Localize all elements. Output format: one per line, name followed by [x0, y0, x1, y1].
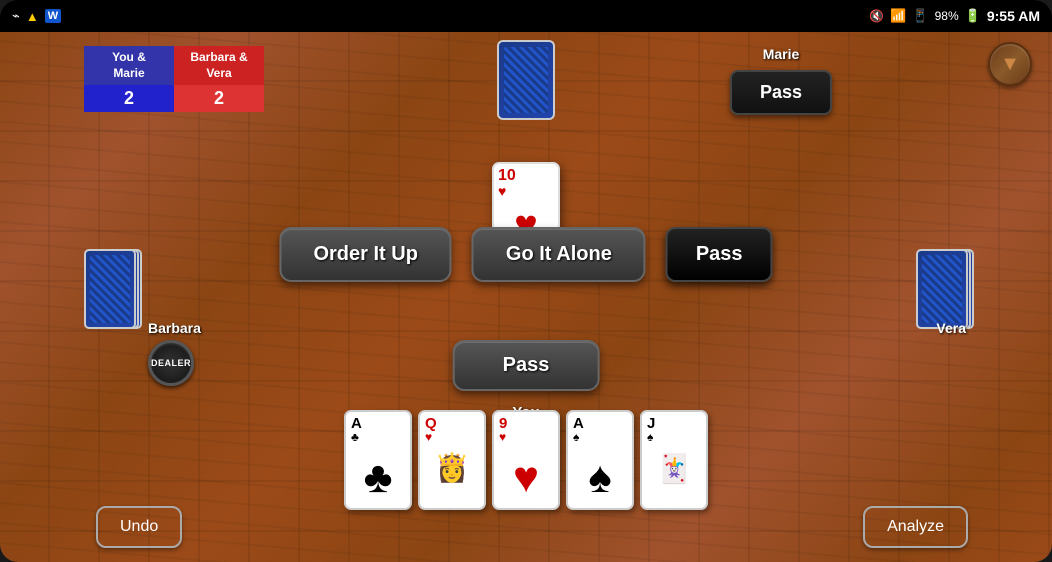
- order-it-up-button[interactable]: Order It Up: [279, 227, 451, 282]
- vera-area: Vera: [936, 320, 966, 338]
- card-big-symbol: ♥: [513, 456, 539, 500]
- scoreboard: You &Marie 2 Barbara &Vera 2: [84, 46, 264, 112]
- queen-face: 👸: [420, 428, 484, 508]
- phone-frame: ⌁ ▲ W 🔇 📶 📱 98% 🔋 9:55 AM Standard You &…: [0, 0, 1052, 562]
- barbara-card-back-3: [84, 249, 136, 329]
- time-display: 9:55 AM: [987, 8, 1040, 24]
- card-rank: 9: [499, 416, 553, 431]
- card-rank: A: [351, 416, 405, 431]
- hand-card-nine-hearts[interactable]: 9 ♥ ♥: [492, 410, 560, 510]
- vera-card-back-3: [916, 249, 968, 329]
- barbara-area: Barbara DEALER: [148, 320, 201, 386]
- pass-marie-button[interactable]: Pass: [730, 70, 832, 115]
- hand-card-ace-clubs[interactable]: A ♣ ♣: [344, 410, 412, 510]
- card-suit: ♣: [351, 431, 405, 443]
- status-bar: ⌁ ▲ W 🔇 📶 📱 98% 🔋 9:55 AM: [0, 0, 1052, 32]
- team2-score: 2: [174, 85, 264, 112]
- team1-score: 2: [84, 85, 174, 112]
- card-rank: A: [573, 416, 627, 431]
- center-card-rank: 10: [498, 168, 516, 184]
- mute-icon: 🔇: [869, 9, 884, 23]
- jack-face: 🃏: [642, 428, 706, 508]
- action-buttons-row: Order It Up Go It Alone Pass: [279, 227, 772, 282]
- undo-button[interactable]: Undo: [96, 506, 182, 548]
- signal-icon: 📱: [912, 8, 928, 24]
- barbara-hand-stack: [84, 249, 136, 329]
- analyze-button[interactable]: Analyze: [863, 506, 968, 548]
- vera-hand-stack: [916, 249, 968, 329]
- hand-cards: A ♣ ♣ Q ♥ 👸 9 ♥ ♥ A: [344, 410, 708, 510]
- settings-button[interactable]: ▼: [988, 42, 1032, 86]
- battery-label: 98%: [935, 9, 959, 23]
- card-back-stripes: [504, 47, 548, 113]
- game-area: Standard You &Marie 2 Barbara &Vera 2 ▼ …: [0, 32, 1052, 562]
- card-big-symbol: ♣: [364, 456, 393, 500]
- usb-icon: ⌁: [12, 8, 20, 24]
- deck-top: [497, 40, 555, 120]
- status-left-icons: ⌁ ▲ W: [12, 8, 61, 24]
- marie-area: Marie Pass: [730, 46, 832, 115]
- pass-bottom-area: Pass: [453, 340, 600, 391]
- player-barbara-name: Barbara: [148, 320, 201, 336]
- chevron-down-icon: ▼: [1000, 53, 1020, 76]
- team1-name: You &Marie: [84, 46, 174, 85]
- player-marie-name: Marie: [763, 46, 800, 62]
- card-suit: ♠: [573, 431, 627, 443]
- center-card-suit: ♥: [498, 184, 506, 199]
- hand-card-queen-hearts[interactable]: Q ♥ 👸: [418, 410, 486, 510]
- battery-icon: 🔋: [965, 8, 981, 24]
- word-icon: W: [45, 9, 61, 23]
- score-team-1: You &Marie 2: [84, 46, 174, 112]
- player-vera-name: Vera: [936, 320, 966, 336]
- card-big-symbol: ♠: [588, 456, 611, 500]
- status-right-icons: 🔇 📶 📱 98% 🔋 9:55 AM: [869, 8, 1040, 24]
- dealer-badge: DEALER: [148, 340, 194, 386]
- wifi-icon: 📶: [890, 8, 906, 24]
- pass-right-button[interactable]: Pass: [666, 227, 773, 282]
- card-suit: ♥: [499, 431, 553, 443]
- hand-card-ace-spades[interactable]: A ♠ ♠: [566, 410, 634, 510]
- score-team-2: Barbara &Vera 2: [174, 46, 264, 112]
- deck-card-back: [497, 40, 555, 120]
- pass-bottom-button[interactable]: Pass: [453, 340, 600, 391]
- go-it-alone-button[interactable]: Go It Alone: [472, 227, 646, 282]
- team2-name: Barbara &Vera: [174, 46, 264, 85]
- hand-card-jack-spades[interactable]: J ♠ 🃏: [640, 410, 708, 510]
- warning-icon: ▲: [26, 9, 39, 24]
